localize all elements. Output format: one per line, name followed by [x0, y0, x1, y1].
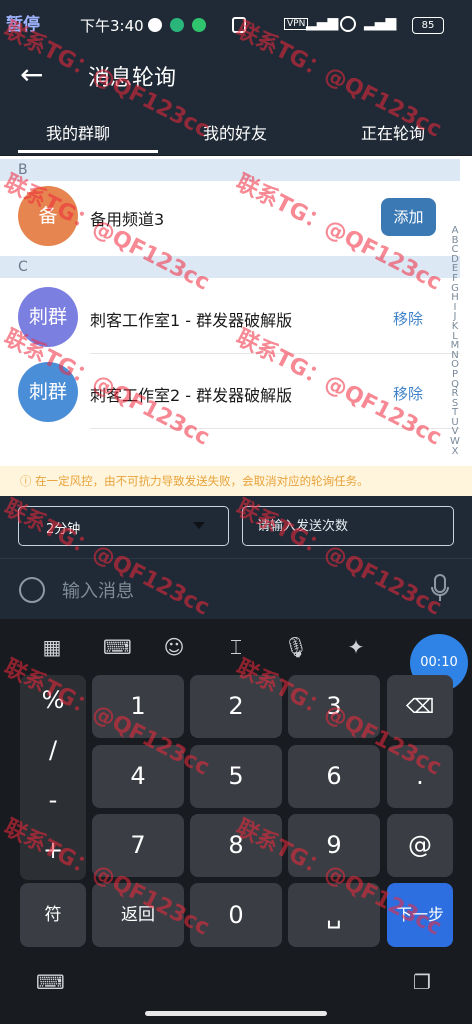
- key-6[interactable]: 6: [288, 745, 380, 808]
- key-0[interactable]: 0: [190, 883, 282, 947]
- row-divider: [90, 428, 460, 429]
- key-slash[interactable]: /: [20, 725, 86, 775]
- group-name[interactable]: 刺客工作室2 - 群发器破解版: [90, 382, 292, 406]
- tab-my-friends[interactable]: 我的好友: [203, 120, 267, 144]
- notification-icon: [148, 18, 162, 32]
- key-7[interactable]: 7: [92, 814, 184, 877]
- alphabet-index[interactable]: ABCDEFGHIJKLMNOPQRSTUVWX: [448, 226, 462, 456]
- microphone-icon[interactable]: [431, 574, 449, 602]
- key-percent[interactable]: %: [20, 675, 86, 725]
- next-button[interactable]: 下一步: [387, 883, 453, 947]
- avatar: 备: [18, 186, 78, 246]
- emoji-keyboard-icon[interactable]: ☺: [160, 633, 188, 661]
- vpn-icon: VPN: [284, 18, 309, 30]
- pause-label[interactable]: 暂停: [6, 10, 40, 35]
- key-plus[interactable]: +: [20, 825, 86, 875]
- remove-button[interactable]: 移除: [393, 383, 423, 404]
- space-key-icon[interactable]: ␣: [288, 883, 380, 947]
- home-indicator[interactable]: [145, 1011, 327, 1016]
- keyboard-layout-icon[interactable]: ⌨: [103, 633, 132, 661]
- cursor-icon[interactable]: ⌶: [222, 633, 250, 661]
- key-dot[interactable]: .: [387, 745, 453, 808]
- key-2[interactable]: 2: [190, 675, 282, 738]
- backspace-icon[interactable]: ⌫: [387, 675, 453, 738]
- section-header-c: C: [0, 256, 460, 278]
- avatar: 刺群: [18, 287, 78, 347]
- row-divider: [90, 353, 460, 354]
- add-button[interactable]: 添加: [381, 198, 436, 236]
- send-count-input[interactable]: [242, 506, 454, 546]
- key-8[interactable]: 8: [190, 814, 282, 877]
- phone-icon: [192, 18, 206, 32]
- key-symbols[interactable]: 符: [20, 883, 86, 947]
- clipboard-icon[interactable]: ❐: [408, 968, 436, 996]
- key-9[interactable]: 9: [288, 814, 380, 877]
- battery-icon: 85: [412, 17, 444, 34]
- page-title: 消息轮询: [88, 66, 177, 91]
- back-arrow-icon[interactable]: ←: [20, 58, 43, 91]
- group-name[interactable]: 刺客工作室1 - 群发器破解版: [90, 307, 292, 331]
- key-back[interactable]: 返回: [92, 883, 184, 947]
- signal-icon: ▂▄▆: [306, 15, 339, 31]
- alphabet-letter[interactable]: X: [448, 446, 462, 457]
- tab-polling[interactable]: 正在轮询: [361, 120, 425, 144]
- r-icon: [340, 16, 356, 32]
- interval-value: 2分钟: [46, 522, 81, 537]
- group-name[interactable]: 备用频道3: [90, 206, 164, 230]
- remove-button[interactable]: 移除: [393, 308, 423, 329]
- key-4[interactable]: 4: [92, 745, 184, 808]
- tab-my-groups[interactable]: 我的群聊: [46, 120, 110, 144]
- status-time: 下午3:40: [80, 17, 144, 35]
- emoji-icon[interactable]: [19, 577, 45, 603]
- tab-indicator: [18, 150, 158, 153]
- key-5[interactable]: 5: [190, 745, 282, 808]
- risk-notice: ⓘ 在一定风控，由不可抗力导致发送失败，会取消对应的轮询任务。: [0, 466, 472, 496]
- key-3[interactable]: 3: [288, 675, 380, 738]
- key-1[interactable]: 1: [92, 675, 184, 738]
- key-at[interactable]: @: [387, 814, 453, 877]
- shield-icon: [170, 18, 184, 32]
- chevron-down-icon: [193, 522, 205, 529]
- voice-icon[interactable]: 🎙: [282, 633, 310, 661]
- section-header-b: B: [0, 159, 460, 181]
- skin-icon[interactable]: ✦: [342, 633, 370, 661]
- screen-icon: [232, 17, 246, 33]
- signal2-icon: ▂▄▆: [364, 15, 397, 31]
- key-minus[interactable]: -: [20, 775, 86, 825]
- apps-grid-icon[interactable]: ▦: [38, 633, 66, 661]
- message-input[interactable]: [60, 575, 404, 607]
- avatar: 刺群: [18, 362, 78, 422]
- keyboard-hide-icon[interactable]: ⌨: [36, 968, 65, 996]
